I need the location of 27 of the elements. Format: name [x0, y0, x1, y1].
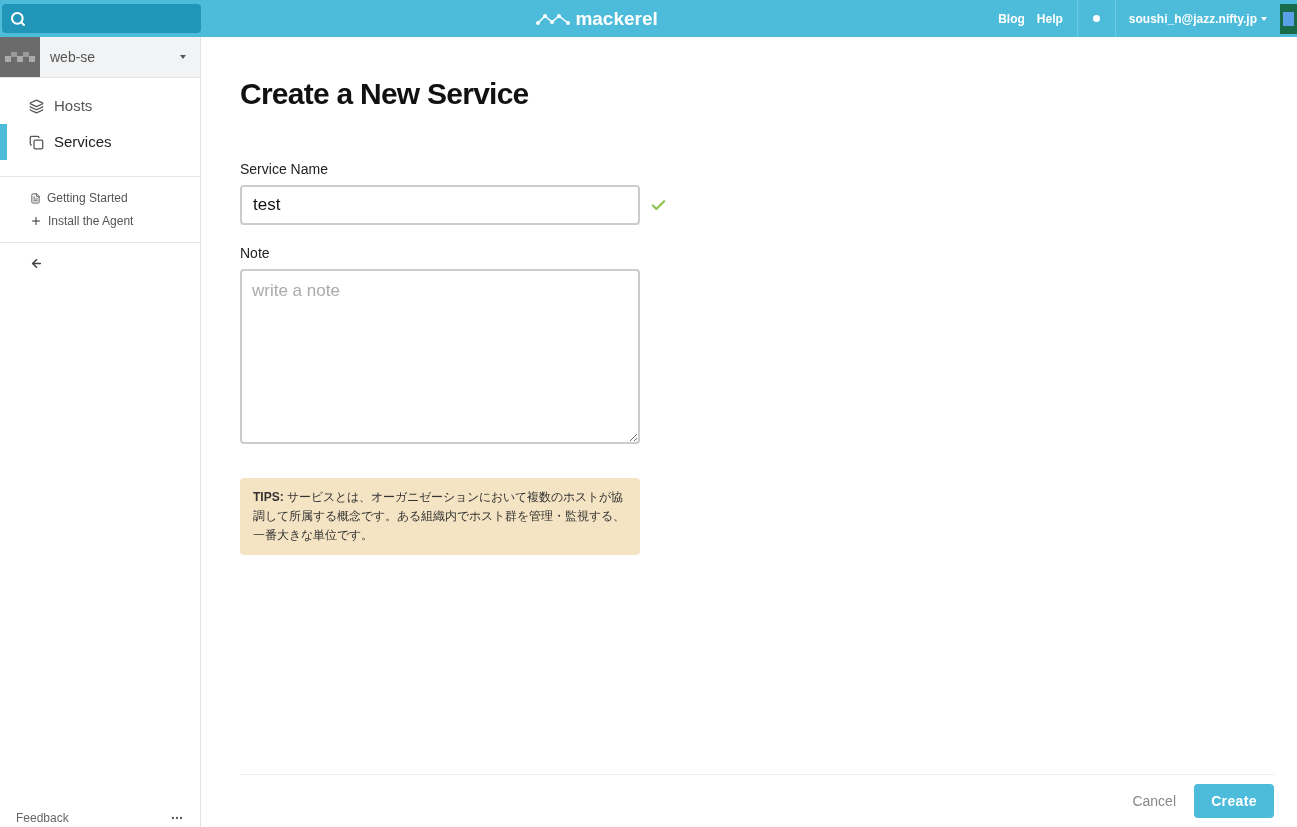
logo-icon: [535, 11, 572, 26]
sidebar-link[interactable]: Install the Agent: [30, 212, 200, 230]
field-label: Service Name: [240, 160, 328, 179]
search-field[interactable]: [2, 4, 201, 33]
page-title: Create a New Service: [240, 76, 530, 112]
caret-icon: [1261, 16, 1267, 21]
nav-item[interactable]: Services: [0, 124, 200, 160]
cancel-button[interactable]: Cancel: [1132, 790, 1176, 812]
stacked-windows-icon: [29, 134, 44, 150]
field-label: Note: [240, 244, 270, 263]
feedback-link[interactable]: Feedback: [16, 809, 69, 827]
nav-item[interactable]: Hosts: [0, 88, 200, 124]
service-name-input[interactable]: test: [240, 185, 640, 225]
org-avatar-icon: [0, 37, 40, 77]
caret-icon: [180, 55, 186, 59]
back-arrow-icon[interactable]: [30, 257, 43, 270]
layers-icon: [29, 98, 44, 114]
note-textarea[interactable]: write a note: [240, 269, 640, 444]
document-icon: [30, 192, 41, 204]
org-name: web-se: [50, 47, 97, 67]
sidebar-link[interactable]: Getting Started: [30, 189, 200, 207]
plus-icon: [30, 215, 42, 227]
org-selector[interactable]: web-se: [0, 37, 200, 78]
avatar-icon[interactable]: [1280, 3, 1297, 34]
tips-box: TIPS: サービスとは、オーガニゼーションにおいて複数のホストが協調して所属する概念です。ある組織内でホスト群を管理・監視する、一番大きな単位です。: [240, 478, 640, 555]
search-icon: [10, 10, 26, 27]
logo-text: mackerel: [575, 9, 658, 28]
